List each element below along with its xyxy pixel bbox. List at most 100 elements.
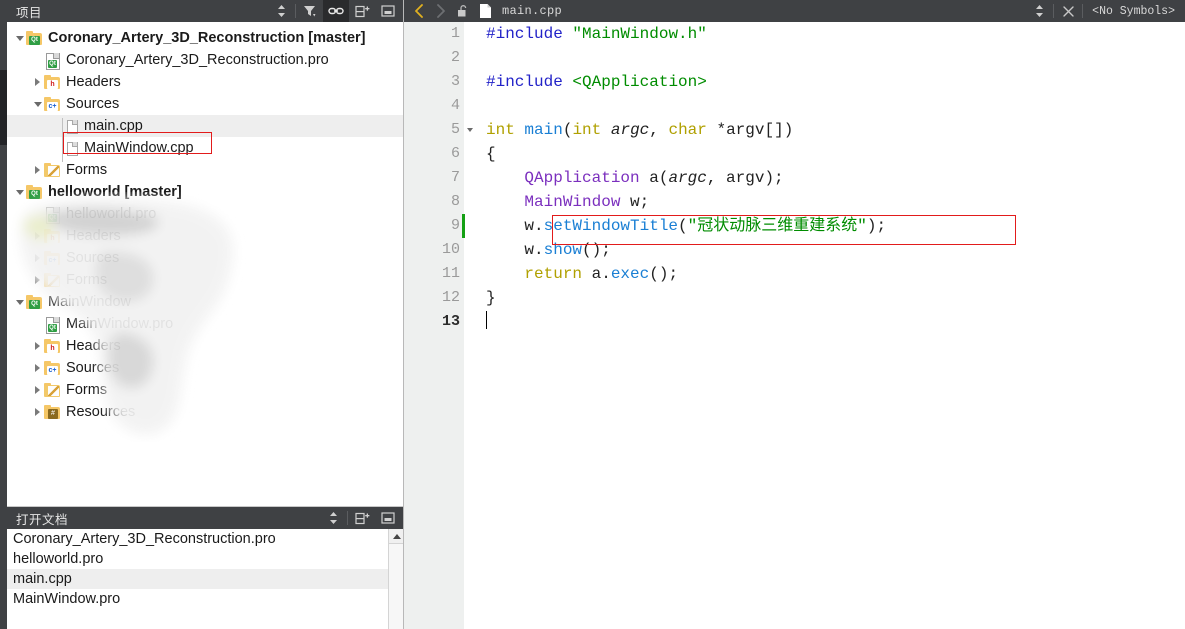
- param-token: argc: [610, 121, 650, 139]
- forward-arrow-icon[interactable]: [430, 0, 452, 22]
- sort-icon[interactable]: [1028, 0, 1050, 22]
- tree-row[interactable]: MainWindow.cpp: [7, 137, 403, 162]
- tree-row[interactable]: h Headers: [7, 71, 403, 93]
- tree-row[interactable]: Forms: [7, 379, 403, 401]
- opendocuments-item[interactable]: Coronary_Artery_3D_Reconstruction.pro: [7, 529, 403, 549]
- object-token: w.: [524, 217, 544, 235]
- folder-resources-icon: #: [44, 404, 61, 420]
- toolbar-divider: [295, 4, 296, 18]
- function-token: show: [543, 241, 583, 259]
- tree-row-label: Headers: [66, 338, 121, 354]
- tree-row[interactable]: h Headers: [7, 335, 403, 357]
- opendocuments-item-label: helloworld.pro: [13, 551, 104, 567]
- opendocuments-item-label: main.cpp: [13, 571, 72, 587]
- project-file-icon: Qt: [44, 52, 61, 70]
- tree-row[interactable]: h Headers: [7, 225, 403, 247]
- opendocuments-item[interactable]: MainWindow.pro: [7, 589, 403, 609]
- sort-documents-icon[interactable]: [320, 507, 346, 529]
- tree-row[interactable]: Qt MainWindow.pro: [7, 313, 403, 335]
- preprocessor-token: #include: [486, 25, 563, 43]
- keyword-token: return: [524, 265, 583, 283]
- chevron-right-icon[interactable]: [31, 247, 44, 269]
- opendocuments-item-label: MainWindow.pro: [13, 591, 121, 607]
- text-cursor: [486, 311, 487, 329]
- punct-token: , argv);: [706, 169, 784, 187]
- tree-row[interactable]: Qt Coronary_Artery_3D_Reconstruction [mas…: [7, 27, 403, 49]
- object-token: a.: [582, 265, 611, 283]
- code-line-9: w.setWindowTitle("冠状动脉三维重建系统");: [486, 214, 1185, 238]
- tree-row-label: Forms: [66, 382, 108, 398]
- scroll-up-icon[interactable]: [389, 529, 404, 544]
- chevron-right-icon[interactable]: [31, 269, 44, 291]
- back-arrow-icon[interactable]: [408, 0, 430, 22]
- tree-row[interactable]: c+ Sources: [7, 247, 403, 269]
- editor-code-area[interactable]: #include "MainWindow.h" #include <QAppli…: [464, 22, 1185, 629]
- function-token: setWindowTitle: [543, 217, 679, 235]
- split-add-icon[interactable]: [349, 507, 375, 529]
- tree-row[interactable]: # Resources: [7, 401, 403, 423]
- line-number-label: 8: [450, 193, 460, 210]
- punct-token: w;: [620, 193, 650, 211]
- tree-row[interactable]: main.cpp: [7, 115, 403, 140]
- tree-row-label: Sources: [66, 96, 120, 112]
- chevron-right-icon[interactable]: [31, 379, 44, 401]
- editor-filename[interactable]: main.cpp: [502, 4, 562, 18]
- qt-creator-window: 项目 Qt Coronary_Artery_3D_Reconstruction …: [0, 0, 1185, 629]
- punct-token: ();: [582, 241, 611, 259]
- close-icon[interactable]: [1057, 0, 1079, 22]
- chevron-down-icon[interactable]: [13, 181, 26, 203]
- mode-active-indicator: [0, 70, 7, 145]
- close-panel-icon[interactable]: [375, 0, 401, 22]
- tree-row[interactable]: c+ Sources: [7, 357, 403, 379]
- code-line-5: int main(int argc, char *argv[]): [486, 118, 1185, 142]
- opendocuments-item[interactable]: helloworld.pro: [7, 549, 403, 569]
- code-line-6: {: [486, 142, 1185, 166]
- tree-row[interactable]: Forms: [7, 159, 403, 181]
- class-token: QApplication: [524, 169, 640, 187]
- tree-row[interactable]: Qt helloworld [master]: [7, 181, 403, 203]
- chevron-right-icon[interactable]: [31, 335, 44, 357]
- sync-with-editor-icon[interactable]: [268, 0, 294, 22]
- line-number: 13: [404, 310, 464, 334]
- unlocked-icon[interactable]: [452, 0, 474, 22]
- mode-selector-strip[interactable]: [0, 0, 7, 629]
- chevron-down-icon[interactable]: [31, 93, 44, 115]
- split-add-icon[interactable]: [349, 0, 375, 22]
- chevron-right-icon[interactable]: [31, 357, 44, 379]
- tree-row[interactable]: c+ Sources: [7, 93, 403, 115]
- toolbar-divider: [1053, 4, 1055, 18]
- tree-row[interactable]: Qt Coronary_Artery_3D_Reconstruction.pro: [7, 49, 403, 71]
- opendocuments-list[interactable]: Coronary_Artery_3D_Reconstruction.prohel…: [7, 529, 403, 629]
- symbols-dropdown[interactable]: <No Symbols>: [1086, 5, 1181, 18]
- chevron-down-icon[interactable]: [13, 27, 26, 49]
- editor-toolbar-right: <No Symbols>: [1028, 0, 1181, 22]
- close-panel-icon[interactable]: [375, 507, 401, 529]
- folder-qt-icon: Qt: [26, 30, 43, 46]
- function-token: exec: [610, 265, 650, 283]
- chevron-right-icon[interactable]: [31, 225, 44, 247]
- chevron-right-icon[interactable]: [31, 71, 44, 93]
- link-with-editor-icon[interactable]: [323, 0, 349, 22]
- filter-tree-icon[interactable]: [297, 0, 323, 22]
- tree-row-label: Headers: [66, 228, 121, 244]
- cpp-file-icon: [62, 118, 79, 140]
- opendocuments-scrollbar[interactable]: [388, 529, 404, 629]
- chevron-right-icon[interactable]: [31, 401, 44, 423]
- line-number: 2: [404, 46, 464, 70]
- brace-token: {: [486, 145, 496, 163]
- editor-gutter[interactable]: 1 2 3 4 5 6 7 8 9 10 11 12 13: [404, 22, 473, 629]
- chevron-down-icon[interactable]: [13, 291, 26, 313]
- tree-row[interactable]: Qt MainWindow: [7, 291, 403, 313]
- line-number-label: 13: [441, 313, 460, 330]
- opendocuments-item[interactable]: main.cpp: [7, 569, 403, 589]
- tree-row[interactable]: Forms: [7, 269, 403, 291]
- line-number: 5: [404, 118, 473, 142]
- editor-body[interactable]: 1 2 3 4 5 6 7 8 9 10 11 12 13 #include "MainWindow.h…: [404, 22, 1185, 629]
- tree-row[interactable]: Qt helloworld.pro: [7, 203, 403, 225]
- type-token: int: [486, 121, 515, 139]
- project-tree[interactable]: Qt Coronary_Artery_3D_Reconstruction [mas…: [7, 22, 403, 507]
- code-line-3: #include <QApplication>: [486, 70, 1185, 94]
- code-line-13: [486, 310, 1185, 334]
- chevron-right-icon[interactable]: [31, 159, 44, 181]
- project-file-icon: Qt: [44, 206, 61, 224]
